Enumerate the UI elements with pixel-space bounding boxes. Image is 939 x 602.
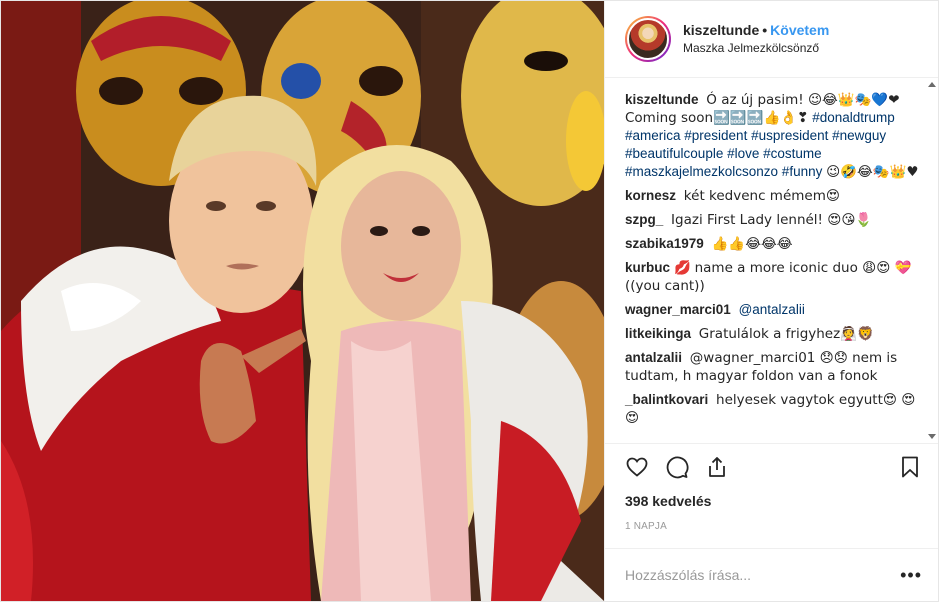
comment-text: Gratulálok a frigyhez👰🦁 xyxy=(698,326,874,342)
caption: kiszeltunde Ó az új pasim! 😉😂👑🎭💙❤ Coming… xyxy=(625,91,920,181)
more-options-icon[interactable]: ••• xyxy=(900,565,922,586)
comment-text: Igazi First Lady lennél! 😍😘🌷 xyxy=(671,212,873,228)
location-link[interactable]: Maszka Jelmezkölcsönző xyxy=(683,39,829,57)
bookmark-icon[interactable] xyxy=(898,455,922,479)
list-item: kurbuc 💋 name a more iconic duo 😩😍 💝 ((yo… xyxy=(625,259,920,295)
comment-username[interactable]: _balintkovari xyxy=(625,392,708,407)
header-text: kiszeltunde • Követem Maszka Jelmezkölcsön… xyxy=(683,21,829,57)
comment-input[interactable] xyxy=(625,567,901,583)
comment-text: két kedvenc mémem😍 xyxy=(683,188,840,204)
scroll-down-arrow-icon[interactable] xyxy=(928,434,936,439)
scroll-up-arrow-icon[interactable] xyxy=(928,82,936,87)
list-item: antalzalii @wagner_marci01 😞😞 nem is tud… xyxy=(625,349,920,385)
comment-icon[interactable] xyxy=(665,455,689,479)
comment-username[interactable]: wagner_marci01 xyxy=(625,302,731,317)
post-photo[interactable] xyxy=(1,1,604,601)
list-item: litkeikinga Gratulálok a frigyhez👰🦁 xyxy=(625,325,920,343)
list-item: wagner_marci01 @antalzalii xyxy=(625,301,920,319)
caption-suffix: 😉🤣😂🎭👑♥ xyxy=(826,164,919,180)
like-count[interactable]: 398 kedvelés xyxy=(605,490,938,512)
comment-username[interactable]: kornesz xyxy=(625,188,676,203)
comments-list[interactable]: kiszeltunde Ó az új pasim! 😉😂👑🎭💙❤ Coming… xyxy=(605,78,938,443)
comment-username[interactable]: litkeikinga xyxy=(625,326,691,341)
comment-username[interactable]: szabika1979 xyxy=(625,236,704,251)
list-item: _balintkovari helyesek vagytok egyutt😍 😍… xyxy=(625,391,920,427)
share-icon[interactable] xyxy=(705,455,729,479)
list-item: kornesz két kedvenc mémem😍 xyxy=(625,187,920,205)
add-comment-bar: ••• xyxy=(605,548,938,601)
list-item: szpg_ Igazi First Lady lennél! 😍😘🌷 xyxy=(625,211,920,229)
photo-illustration xyxy=(1,1,604,601)
list-item: szabika1979 👍👍😂😂😂 xyxy=(625,235,920,253)
follow-button[interactable]: Követem xyxy=(770,22,829,38)
comment-text: 👍👍😂😂😂 xyxy=(711,236,793,252)
post-header: kiszeltunde • Követem Maszka Jelmezkölcsön… xyxy=(605,1,938,78)
instagram-post: kiszeltunde • Követem Maszka Jelmezkölcsön… xyxy=(0,0,939,602)
comment-badge: 💋 xyxy=(674,260,691,276)
avatar-image xyxy=(627,18,669,60)
avatar[interactable] xyxy=(625,16,671,62)
comments-scrollbar[interactable] xyxy=(928,78,938,443)
separator-dot: • xyxy=(762,22,768,38)
comment-username[interactable]: kurbuc xyxy=(625,260,670,275)
post-sidebar: kiszeltunde • Követem Maszka Jelmezkölcsön… xyxy=(604,1,938,601)
header-username[interactable]: kiszeltunde xyxy=(683,22,759,38)
comment-username[interactable]: szpg_ xyxy=(625,212,663,227)
comment-mention[interactable]: @antalzalii xyxy=(739,302,805,317)
heart-icon[interactable] xyxy=(625,455,649,479)
post-timestamp[interactable]: 1 NAPJA xyxy=(605,512,938,548)
caption-username[interactable]: kiszeltunde xyxy=(625,92,699,107)
action-bar xyxy=(605,443,938,490)
comment-username[interactable]: antalzalii xyxy=(625,350,682,365)
